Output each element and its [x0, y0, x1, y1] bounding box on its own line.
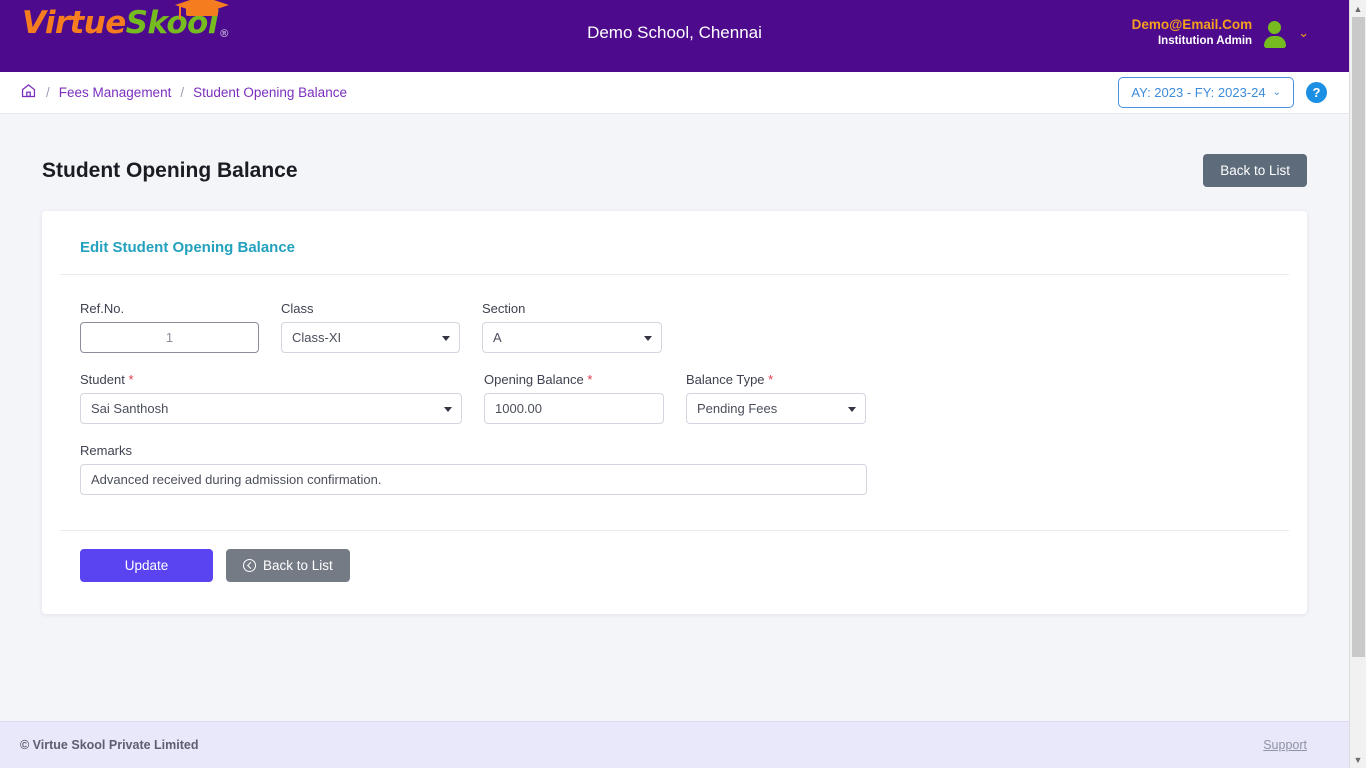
field-group-opening-balance: Opening Balance *: [484, 372, 664, 424]
opening-balance-input[interactable]: [484, 393, 664, 424]
class-select-value: Class-XI: [292, 330, 342, 345]
field-group-student: Student * Sai Santhosh: [80, 372, 462, 424]
breadcrumb-right-controls: AY: 2023 - FY: 2023-24 ⌄ ?: [1118, 77, 1327, 108]
avatar-body: [1264, 35, 1287, 48]
back-to-list-top-button[interactable]: Back to List: [1203, 154, 1307, 187]
scrollbar-down-arrow[interactable]: ▼: [1350, 751, 1366, 768]
remarks-input[interactable]: [80, 464, 867, 495]
app-viewport: VirtueSkool® Demo School, Chennai Demo@E…: [0, 0, 1366, 768]
caret-down-icon: [442, 335, 450, 341]
field-group-refno: Ref.No.: [80, 301, 259, 353]
help-icon[interactable]: ?: [1306, 82, 1327, 103]
caret-down-icon: [848, 406, 856, 412]
breadcrumb-item-student-opening-balance: Student Opening Balance: [193, 85, 347, 100]
update-button[interactable]: Update: [80, 549, 213, 582]
breadcrumb-separator-2: /: [180, 85, 185, 100]
label-remarks: Remarks: [80, 443, 133, 458]
academic-year-label: AY: 2023 - FY: 2023-24: [1131, 85, 1266, 100]
refno-input[interactable]: [80, 322, 259, 353]
form-card-title: Edit Student Opening Balance: [80, 239, 296, 256]
label-student-text: Student: [80, 372, 125, 387]
form-card-body: Ref.No. Class Class-XI: [60, 275, 1289, 530]
required-marker: *: [768, 372, 774, 387]
page-header: Student Opening Balance Back to List: [42, 114, 1307, 211]
student-select-value: Sai Santhosh: [91, 401, 169, 416]
label-opening-balance-text: Opening Balance: [484, 372, 584, 387]
required-marker: *: [128, 372, 134, 387]
section-select[interactable]: A: [482, 322, 662, 353]
field-group-remarks: Remarks: [80, 443, 867, 495]
label-balance-type: Balance Type *: [686, 372, 866, 387]
field-group-section: Section A: [482, 301, 662, 353]
page-title: Student Opening Balance: [42, 158, 298, 182]
field-group-class: Class Class-XI: [281, 301, 460, 353]
breadcrumb: / Fees Management / Student Opening Bala…: [20, 82, 347, 104]
form-row-3: Remarks: [80, 443, 1269, 495]
balance-type-select-value: Pending Fees: [697, 401, 778, 416]
required-marker: *: [587, 372, 593, 387]
main-content: Student Opening Balance Back to List Edi…: [0, 114, 1349, 721]
form-card: Edit Student Opening Balance Ref.No. Cla…: [42, 211, 1307, 614]
scrollbar-up-arrow[interactable]: ▲: [1350, 0, 1366, 17]
avatar-head: [1268, 20, 1282, 34]
student-select[interactable]: Sai Santhosh: [80, 393, 462, 424]
section-select-value: A: [493, 330, 502, 345]
form-card-inner: Edit Student Opening Balance Ref.No. Cla…: [60, 229, 1289, 596]
user-menu[interactable]: Demo@Email.Com Institution Admin ⌄: [1132, 16, 1309, 50]
scrollbar-track[interactable]: [1352, 657, 1365, 751]
academic-year-selector[interactable]: AY: 2023 - FY: 2023-24 ⌄: [1118, 77, 1294, 108]
form-row-2: Student * Sai Santhosh Opening Balance *…: [80, 372, 1269, 424]
breadcrumb-bar: / Fees Management / Student Opening Bala…: [0, 72, 1349, 114]
caret-down-icon: [444, 406, 452, 412]
page-scrollbar[interactable]: ▲ ▼: [1349, 0, 1366, 768]
form-card-footer: Update Back to List: [60, 530, 1289, 596]
label-student: Student *: [80, 372, 462, 387]
breadcrumb-item-fees-management[interactable]: Fees Management: [59, 85, 172, 100]
balance-type-select[interactable]: Pending Fees: [686, 393, 866, 424]
label-class: Class: [281, 301, 314, 316]
chevron-down-icon: ⌄: [1272, 87, 1281, 98]
user-info: Demo@Email.Com Institution Admin: [1132, 16, 1252, 50]
user-role: Institution Admin: [1157, 35, 1253, 48]
user-email: Demo@Email.Com: [1131, 17, 1253, 32]
home-icon[interactable]: [20, 82, 37, 104]
back-to-list-button[interactable]: Back to List: [226, 549, 350, 582]
form-card-header: Edit Student Opening Balance: [60, 229, 1289, 275]
support-link[interactable]: Support: [1263, 738, 1307, 752]
footer-copyright: © Virtue Skool Private Limited: [20, 738, 199, 752]
user-avatar-icon[interactable]: [1262, 20, 1288, 48]
page-column: VirtueSkool® Demo School, Chennai Demo@E…: [0, 0, 1349, 768]
footer-bar: © Virtue Skool Private Limited Support: [0, 721, 1349, 768]
caret-down-icon: [644, 335, 652, 341]
class-select[interactable]: Class-XI: [281, 322, 460, 353]
scrollbar-thumb[interactable]: [1351, 17, 1365, 657]
chevron-down-icon[interactable]: ⌄: [1298, 26, 1309, 39]
back-to-list-label: Back to List: [263, 558, 333, 573]
top-header-bar: VirtueSkool® Demo School, Chennai Demo@E…: [0, 0, 1349, 72]
label-refno: Ref.No.: [80, 301, 125, 316]
label-opening-balance: Opening Balance *: [484, 372, 664, 387]
label-balance-type-text: Balance Type: [686, 372, 765, 387]
field-group-balance-type: Balance Type * Pending Fees: [686, 372, 866, 424]
label-section: Section: [482, 301, 526, 316]
circle-arrow-left-icon: [243, 559, 256, 572]
breadcrumb-separator-1: /: [46, 85, 50, 100]
form-row-1: Ref.No. Class Class-XI: [80, 301, 1269, 353]
